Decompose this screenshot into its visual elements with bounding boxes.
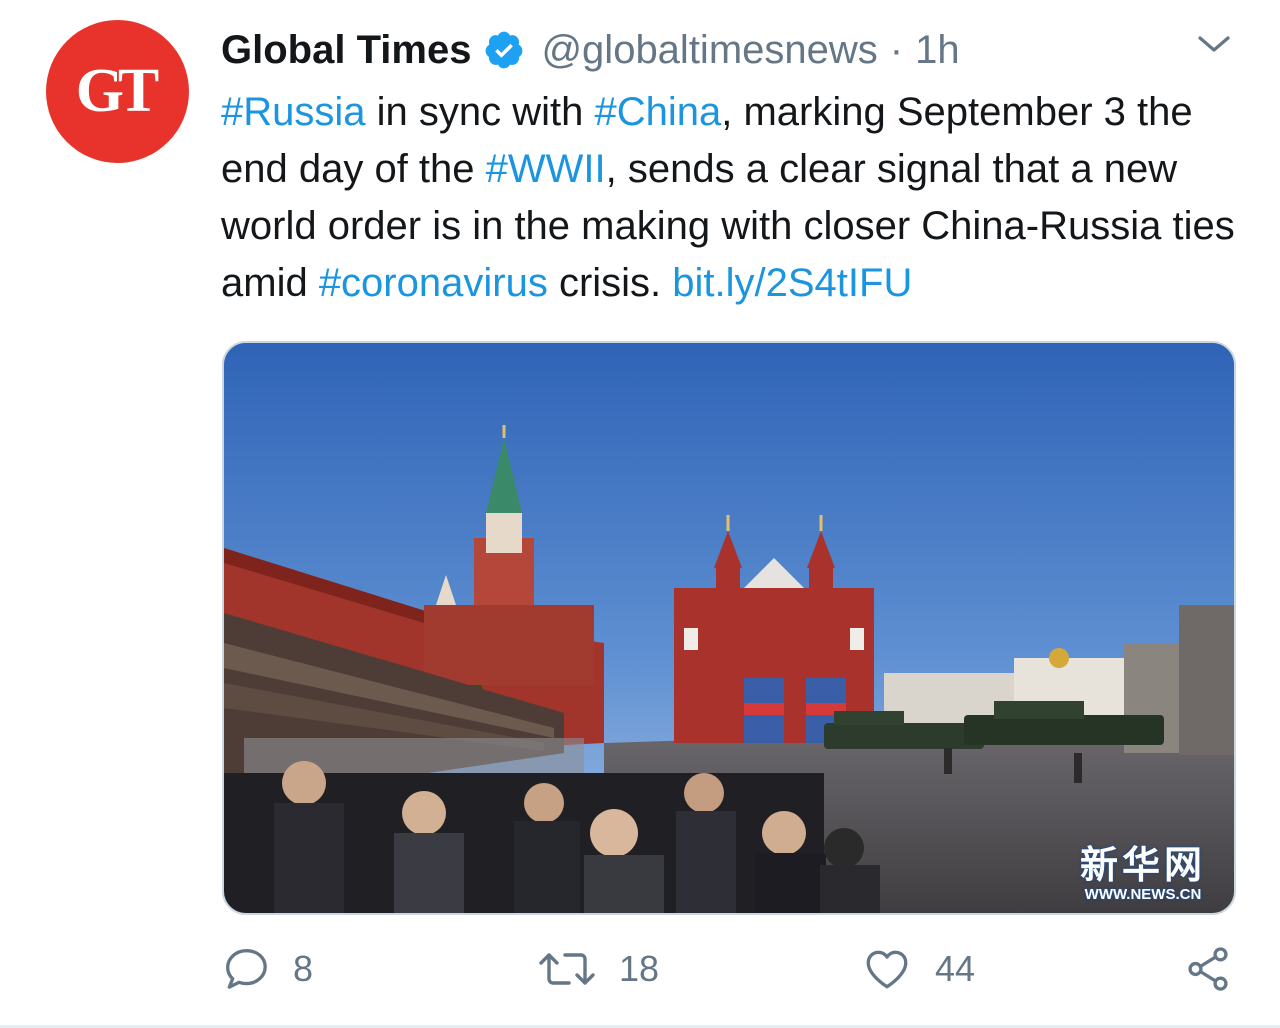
avatar-logo-text: GT bbox=[75, 57, 160, 125]
reply-button[interactable]: 8 bbox=[221, 938, 313, 1000]
chevron-down-icon[interactable] bbox=[1194, 28, 1234, 60]
retweet-icon bbox=[539, 953, 595, 985]
watermark-chinese-text: 新华网 bbox=[1079, 845, 1206, 887]
hashtag-coronavirus[interactable]: #coronavirus bbox=[319, 261, 548, 305]
tweet-actions: 8 18 44 bbox=[221, 938, 1241, 1000]
tweet-text: #Russia in sync with #China, marking Sep… bbox=[221, 84, 1241, 312]
share-button[interactable] bbox=[1183, 938, 1233, 1000]
hashtag-russia[interactable]: #Russia bbox=[221, 90, 366, 134]
timestamp[interactable]: 1h bbox=[915, 28, 960, 73]
like-button[interactable]: 44 bbox=[861, 938, 975, 1000]
header-separator: · bbox=[889, 27, 904, 72]
display-name[interactable]: Global Times bbox=[221, 28, 471, 73]
red-square-parade-photo bbox=[224, 343, 1234, 913]
user-handle[interactable]: @globaltimesnews bbox=[541, 28, 877, 73]
like-count: 44 bbox=[935, 948, 976, 989]
watermark-url-text: WWW.NEWS.CN bbox=[1084, 886, 1202, 903]
tweet-media-image[interactable]: 新华网 WWW.NEWS.CN bbox=[222, 341, 1236, 915]
reply-icon bbox=[226, 949, 267, 989]
heart-icon bbox=[866, 950, 908, 989]
retweet-count: 18 bbox=[619, 948, 660, 989]
avatar[interactable]: GT bbox=[46, 20, 189, 163]
hashtag-china[interactable]: #China bbox=[594, 90, 721, 134]
share-icon bbox=[1188, 947, 1228, 991]
hashtag-wwii[interactable]: #WWII bbox=[486, 147, 606, 191]
tweet-text-segment: crisis. bbox=[547, 261, 673, 305]
tweet-text-segment: in sync with bbox=[365, 90, 595, 134]
tweet-header: Global Times @globaltimesnews · 1h bbox=[221, 24, 960, 76]
verified-badge-icon bbox=[486, 31, 523, 69]
tweet-card[interactable]: GT Global Times @globaltimesnews · 1h #R… bbox=[0, 0, 1280, 1028]
reply-count: 8 bbox=[293, 948, 314, 989]
shortened-link[interactable]: bit.ly/2S4tIFU bbox=[672, 261, 912, 305]
news-cn-watermark: 新华网 WWW.NEWS.CN bbox=[1080, 846, 1206, 903]
retweet-button[interactable]: 18 bbox=[537, 938, 659, 1000]
